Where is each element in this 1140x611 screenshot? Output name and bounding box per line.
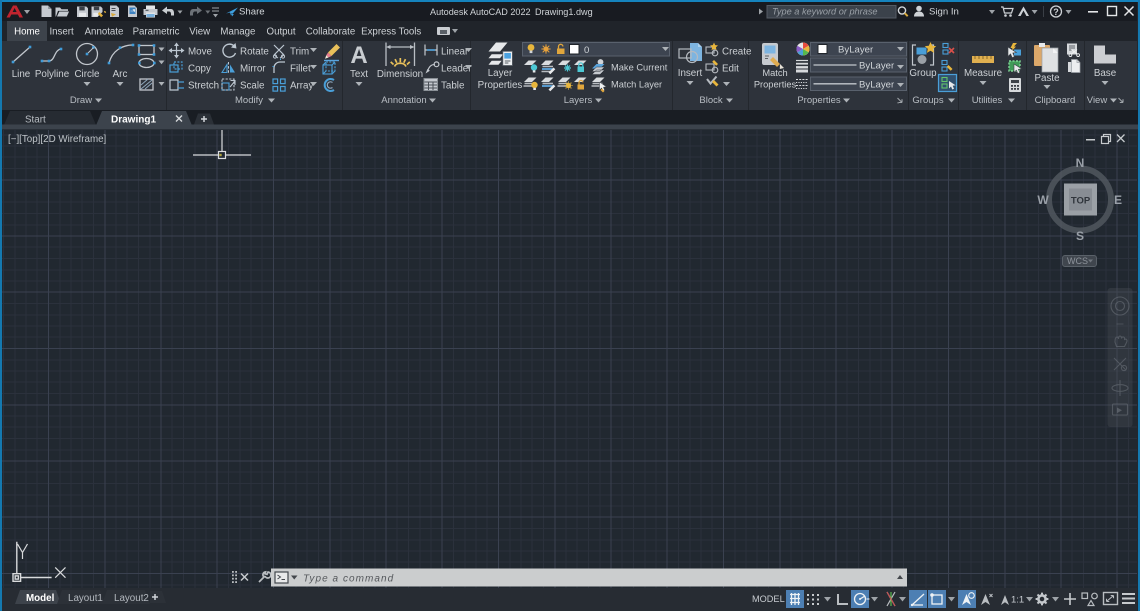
svg-text:ByLayer: ByLayer xyxy=(859,79,895,90)
svg-text:1:1: 1:1 xyxy=(1011,595,1024,606)
svg-text:Output: Output xyxy=(267,27,296,38)
svg-text:WCS: WCS xyxy=(1067,256,1088,266)
svg-text:Insert: Insert xyxy=(678,68,703,79)
svg-text:Arc: Arc xyxy=(113,69,128,80)
svg-text:Express Tools: Express Tools xyxy=(361,27,421,38)
svg-text:Dimension: Dimension xyxy=(377,69,423,80)
svg-text:Draw: Draw xyxy=(70,95,92,106)
svg-text:Copy: Copy xyxy=(188,64,211,75)
svg-text:View: View xyxy=(189,27,211,38)
svg-text:Layers: Layers xyxy=(564,95,593,106)
svg-text:Drawing1.dwg: Drawing1.dwg xyxy=(535,7,593,17)
svg-text:Type a keyword or phrase: Type a keyword or phrase xyxy=(772,7,878,17)
svg-text:A: A xyxy=(350,42,367,69)
svg-text:Share: Share xyxy=(239,7,265,18)
svg-text:Array: Array xyxy=(290,81,314,92)
svg-text:W: W xyxy=(1037,193,1049,207)
svg-text:Move: Move xyxy=(188,47,213,58)
svg-text:Line: Line xyxy=(12,69,31,80)
svg-text:TOP: TOP xyxy=(1071,196,1091,207)
svg-text:Mirror: Mirror xyxy=(240,64,266,75)
svg-text:Manage: Manage xyxy=(220,27,255,38)
svg-text:ByLayer: ByLayer xyxy=(859,61,895,72)
svg-text:Layout2: Layout2 xyxy=(114,593,149,604)
svg-text:?: ? xyxy=(1053,7,1059,17)
svg-text:Trim: Trim xyxy=(290,47,309,58)
svg-text:Collaborate: Collaborate xyxy=(306,27,356,38)
svg-text:Properties: Properties xyxy=(478,80,523,91)
svg-text:Layer: Layer xyxy=(488,68,513,79)
svg-text:Circle: Circle xyxy=(74,69,100,80)
svg-text:Block: Block xyxy=(699,95,722,106)
svg-text:Modify: Modify xyxy=(235,95,263,106)
svg-text:Group: Group xyxy=(909,68,937,79)
svg-text:Annotation: Annotation xyxy=(381,95,426,106)
svg-text:Measure: Measure xyxy=(964,68,1003,79)
svg-text:Fillet: Fillet xyxy=(290,64,311,75)
svg-text:Sign In: Sign In xyxy=(929,7,959,18)
svg-text:Drawing1: Drawing1 xyxy=(111,115,156,126)
svg-text:Text: Text xyxy=(350,69,368,80)
svg-text:S: S xyxy=(1076,229,1084,243)
svg-text:Annotate: Annotate xyxy=(85,27,124,38)
svg-text:Stretch: Stretch xyxy=(188,81,219,92)
svg-text:Groups: Groups xyxy=(912,95,943,106)
svg-text:MODEL: MODEL xyxy=(752,594,785,604)
svg-text:Home: Home xyxy=(14,27,40,38)
svg-text:E: E xyxy=(1114,193,1122,207)
svg-text:Paste: Paste xyxy=(1034,73,1060,84)
svg-text:Rotate: Rotate xyxy=(240,47,269,58)
svg-text:Layout1: Layout1 xyxy=(68,593,103,604)
svg-text:Utilities: Utilities xyxy=(972,95,1003,106)
svg-text:Base: Base xyxy=(1094,68,1117,79)
svg-text:Parametric: Parametric xyxy=(133,27,180,38)
svg-text:Polyline: Polyline xyxy=(35,69,70,80)
svg-text:[−][Top][2D Wireframe]: [−][Top][2D Wireframe] xyxy=(8,134,107,145)
svg-text:Scale: Scale xyxy=(240,81,265,92)
svg-text:Properties: Properties xyxy=(797,95,841,106)
svg-text:Make Current: Make Current xyxy=(611,63,668,73)
svg-text:Model: Model xyxy=(26,593,55,604)
svg-text:Type a command: Type a command xyxy=(303,574,394,585)
svg-text:Create: Create xyxy=(722,47,752,58)
svg-text:Start: Start xyxy=(25,115,46,126)
svg-text:Properties: Properties xyxy=(754,80,797,90)
svg-text:Linear: Linear xyxy=(441,47,469,58)
svg-text:0: 0 xyxy=(584,45,589,56)
svg-text:Match Layer: Match Layer xyxy=(611,80,662,90)
svg-text:N: N xyxy=(1076,156,1085,170)
svg-text:Autodesk AutoCAD 2022: Autodesk AutoCAD 2022 xyxy=(430,7,531,17)
svg-text:Insert: Insert xyxy=(49,27,74,38)
svg-text:View: View xyxy=(1087,95,1108,106)
svg-text:Edit: Edit xyxy=(722,64,739,75)
svg-text:Table: Table xyxy=(441,81,465,92)
svg-text:ByLayer: ByLayer xyxy=(838,45,874,56)
svg-text:Match: Match xyxy=(762,68,787,78)
svg-text:Clipboard: Clipboard xyxy=(1035,95,1076,106)
